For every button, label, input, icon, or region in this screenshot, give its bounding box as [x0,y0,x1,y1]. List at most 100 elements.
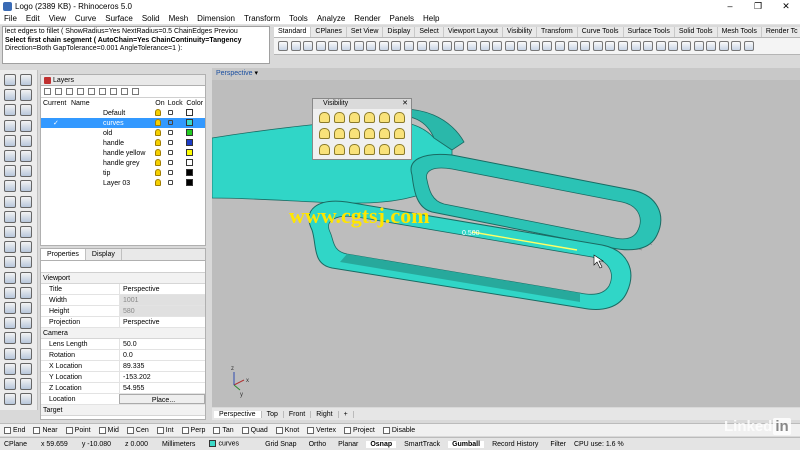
layer-color-cell[interactable] [184,118,205,128]
visibility-bulb-icon[interactable] [394,144,405,155]
layer-on-cell[interactable] [153,178,166,188]
close-button[interactable]: ✕ [772,0,800,12]
layer-color-cell[interactable] [184,158,205,168]
osnap-knot[interactable]: Knot [275,426,299,434]
move-down-icon[interactable] [88,88,95,95]
palette-tool-icon[interactable] [4,378,16,390]
minimize-button[interactable]: – [716,0,744,12]
toolbar-tool-icon[interactable] [366,41,377,51]
toolbar-tool-icon[interactable] [706,41,717,51]
osnap-cen[interactable]: Cen [126,426,149,434]
status-toggle-filter[interactable]: Filter [546,441,570,448]
status-toggle-ortho[interactable]: Ortho [305,441,331,448]
cplane-label[interactable]: CPlane [4,441,27,448]
osnap-end[interactable]: End [4,426,25,434]
toolbar-tool-icon[interactable] [492,41,503,51]
toolbar-tool-icon[interactable] [303,41,314,51]
visibility-bulb-icon[interactable] [364,144,375,155]
osnap-tan[interactable]: Tan [213,426,234,434]
visibility-bulb-icon[interactable] [319,112,330,123]
toolbar-tool-icon[interactable] [630,41,641,51]
menu-panels[interactable]: Panels [390,14,414,23]
palette-tool-icon[interactable] [20,347,32,360]
palette-tool-icon[interactable] [4,165,16,178]
palette-tool-icon[interactable] [4,226,16,238]
status-toggle-osnap[interactable]: Osnap [366,440,397,448]
layer-on-cell[interactable] [153,138,166,148]
toolbar-tool-icon[interactable] [328,41,339,51]
osnap-mid[interactable]: Mid [98,426,119,434]
tab-set-view[interactable]: Set View [347,27,384,37]
palette-tool-icon[interactable] [20,74,32,86]
layer-name[interactable]: handle yellow [69,148,153,158]
palette-tool-icon[interactable] [4,180,16,193]
palette-tool-icon[interactable] [20,119,32,132]
tab-cplanes[interactable]: CPlanes [311,27,347,37]
visibility-bulb-icon[interactable] [364,112,375,123]
toolbar-tool-icon[interactable] [743,41,754,51]
toolbar-tool-icon[interactable] [466,41,477,51]
layer-row[interactable]: Layer 03 [41,178,205,188]
visibility-bulb-icon[interactable] [334,128,345,139]
layer-name[interactable]: Default [69,108,153,118]
toolbar-tool-icon[interactable] [504,41,515,51]
viewport-canvas[interactable]: 0.500 x y z [212,80,800,407]
palette-tool-icon[interactable] [20,241,32,254]
command-area[interactable]: lect edges to fillet ( ShowRadius=Yes Ne… [2,26,270,64]
layer-lock-cell[interactable] [166,108,185,118]
toolbar-tool-icon[interactable] [517,41,528,51]
layer-name[interactable]: curves [68,118,154,128]
tab-select[interactable]: Select [415,27,444,37]
visibility-bulb-icon[interactable] [349,112,360,123]
visibility-bulb-icon[interactable] [334,144,345,155]
layer-lock-cell[interactable] [166,168,185,178]
help-icon[interactable] [132,88,139,95]
osnap-quad[interactable]: Quad [241,426,268,434]
tab-front[interactable]: Front [284,410,312,418]
toolbar-tool-icon[interactable] [416,41,427,51]
palette-tool-icon[interactable] [4,256,16,269]
visibility-close-button[interactable]: ✕ [402,99,408,109]
layer-color-cell[interactable] [184,138,205,148]
layer-on-cell[interactable] [153,128,166,138]
layer-color-cell[interactable] [184,148,205,158]
layer-current-check[interactable] [41,158,69,168]
palette-tool-icon[interactable] [4,317,16,330]
visibility-bulb-icon[interactable] [319,128,330,139]
toolbar-tool-icon[interactable] [592,41,603,51]
toolbar-tool-icon[interactable] [718,41,729,51]
layer-on-cell[interactable] [153,108,166,118]
menu-curve[interactable]: Curve [75,14,96,23]
palette-tool-icon[interactable] [20,165,32,178]
toolbar-tool-icon[interactable] [668,41,679,51]
palette-tool-icon[interactable] [4,74,16,86]
visibility-bulb-icon[interactable] [349,128,360,139]
palette-tool-icon[interactable] [4,241,16,254]
visibility-bulb-icon[interactable] [394,128,405,139]
tab-solid-tools[interactable]: Solid Tools [675,27,718,37]
toolbar-tool-icon[interactable] [290,41,301,51]
menu-solid[interactable]: Solid [142,14,160,23]
property-value[interactable]: Perspective [119,284,205,294]
palette-tool-icon[interactable] [4,150,16,162]
layer-current-check[interactable] [41,108,69,118]
palette-tool-icon[interactable] [20,89,32,102]
palette-tool-icon[interactable] [20,378,32,390]
osnap-near[interactable]: Near [33,426,58,434]
layer-current-check[interactable] [41,148,69,158]
menu-analyze[interactable]: Analyze [317,14,345,23]
menu-mesh[interactable]: Mesh [169,14,189,23]
toolbar-tool-icon[interactable] [542,41,553,51]
status-toggle-planar[interactable]: Planar [334,441,362,448]
move-to-parent-icon[interactable] [99,88,106,95]
property-value[interactable]: 50.0 [119,339,205,349]
tab-perspective[interactable]: Perspective [214,410,262,418]
toolbar-tool-icon[interactable] [681,41,691,51]
layer-row[interactable]: old [41,128,205,138]
camera-section[interactable]: Camera [41,328,205,339]
tab-transform[interactable]: Transform [537,27,578,37]
tab-layers[interactable]: Layers [41,75,205,86]
tab-render-tools[interactable]: Render Tc [762,27,800,37]
osnap-point[interactable]: Point [65,426,91,434]
status-toggle-smarttrack[interactable]: SmartTrack [400,441,444,448]
